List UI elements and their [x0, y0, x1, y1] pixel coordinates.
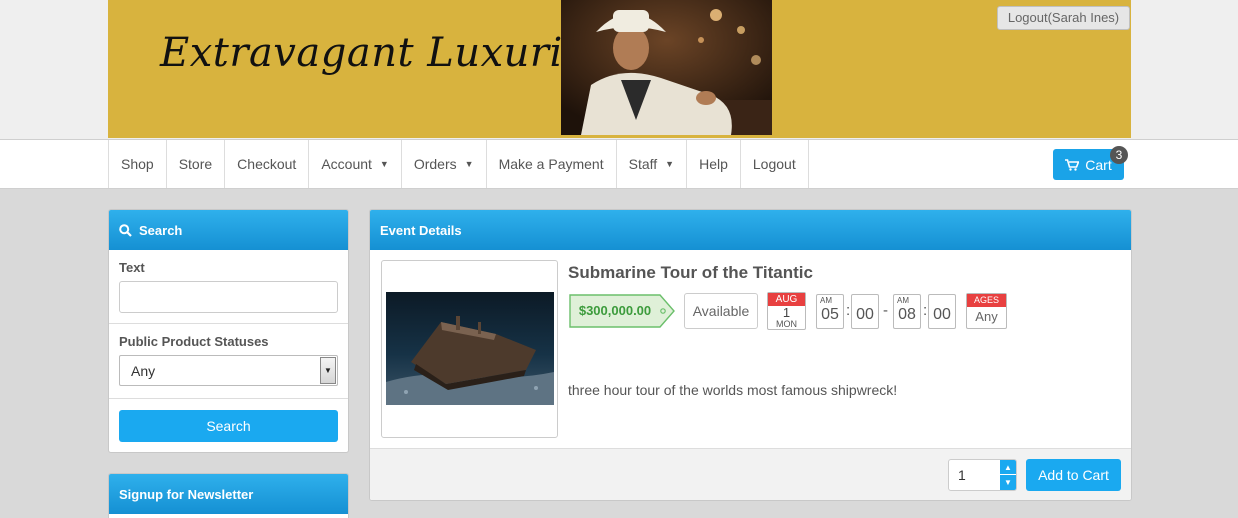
nav-item-orders[interactable]: Orders ▼	[402, 140, 487, 188]
quantity-spinner: ▲ ▼	[1000, 460, 1016, 490]
end-minute: 00	[928, 294, 956, 329]
start-minute: 00	[851, 294, 879, 329]
nav-item-store[interactable]: Store	[167, 140, 226, 188]
nav-item-label: Store	[178, 156, 213, 172]
end-ampm: AM	[897, 296, 909, 305]
search-panel-title: Search	[139, 222, 183, 238]
nav-item-label: Logout	[752, 156, 796, 172]
time-colon: :	[846, 302, 851, 319]
nav-item-label: Shop	[121, 156, 154, 172]
site-banner: Extravagant Luxuries	[108, 0, 1131, 138]
nav-item-shop[interactable]: Shop	[109, 140, 167, 188]
search-panel-header: Search	[109, 210, 348, 250]
start-hour-value: 05	[821, 306, 839, 323]
event-description: three hour tour of the worlds most famou…	[568, 382, 898, 398]
search-button[interactable]: Search	[119, 410, 338, 442]
nav-item-make-a-payment[interactable]: Make a Payment	[487, 140, 617, 188]
nav-item-label: Help	[699, 156, 728, 172]
caret-down-icon: ▼	[665, 159, 675, 169]
event-footer: 1 ▲ ▼ Add to Cart	[370, 448, 1131, 500]
nav-item-label: Account	[321, 156, 372, 172]
search-icon	[119, 223, 132, 237]
search-text-input[interactable]	[119, 281, 338, 313]
main-navbar: Shop Store Checkout Account ▼ Orders ▼ Mak…	[0, 139, 1238, 189]
newsletter-panel: Signup for Newsletter	[108, 473, 349, 518]
quantity-value[interactable]: 1	[958, 460, 966, 490]
caret-down-icon: ▼	[379, 159, 389, 169]
caret-down-icon: ▼	[464, 159, 474, 169]
add-to-cart-button[interactable]: Add to Cart	[1026, 459, 1121, 491]
ages-value: Any	[975, 309, 998, 324]
event-image-frame[interactable]	[381, 260, 558, 438]
nav-item-checkout[interactable]: Checkout	[225, 140, 310, 188]
event-title: Submarine Tour of the Titantic	[568, 263, 813, 282]
text-field-group: Text	[109, 250, 348, 324]
newsletter-panel-title: Signup for Newsletter	[119, 486, 254, 502]
nav-item-label: Orders	[413, 156, 457, 172]
start-minute-value: 00	[856, 306, 874, 323]
quantity-stepper[interactable]: 1 ▲ ▼	[948, 459, 1017, 491]
event-body: Submarine Tour of the Titantic $300,000.…	[370, 250, 1131, 447]
nav-item-label: Staff	[628, 156, 658, 172]
shipwreck-image	[386, 292, 554, 405]
search-panel: Search Text Public Product Statuses Any …	[108, 209, 349, 453]
nav-menu: Shop Store Checkout Account ▼ Orders ▼ Mak…	[108, 140, 809, 188]
end-minute-value: 00	[933, 306, 951, 323]
time-colon: :	[923, 302, 928, 319]
site-logo[interactable]: Extravagant Luxuries	[160, 30, 608, 76]
nav-item-logout[interactable]: Logout	[741, 140, 809, 188]
event-details-panel: Event Details Submarine Tour of the Tita…	[369, 209, 1132, 501]
text-field-label: Text	[119, 260, 145, 275]
event-price: $300,000.00	[578, 303, 652, 318]
event-date-calendar: AUG 1 MON	[767, 292, 806, 330]
start-ampm: AM	[820, 296, 832, 305]
cart-count-badge: 3	[1110, 146, 1128, 164]
newsletter-panel-header: Signup for Newsletter	[109, 474, 348, 514]
calendar-day: 1	[782, 305, 791, 320]
status-select-value: Any	[131, 363, 156, 379]
logout-user-button[interactable]: Logout(Sarah Ines)	[997, 6, 1130, 30]
nav-item-help[interactable]: Help	[687, 140, 741, 188]
event-panel-header: Event Details	[370, 210, 1131, 250]
chevron-up-icon[interactable]: ▲	[1000, 460, 1016, 475]
end-hour-value: 08	[898, 306, 916, 323]
chevron-down-icon: ▼	[320, 357, 336, 384]
status-field-group: Public Product Statuses Any ▼	[109, 324, 348, 399]
banner-photo	[561, 0, 772, 135]
availability-badge: Available	[684, 293, 758, 329]
start-hour: AM 05	[816, 294, 844, 329]
calendar-weekday: MON	[776, 319, 797, 329]
ages-label: AGES	[967, 294, 1006, 307]
status-select[interactable]: Any ▼	[119, 355, 338, 386]
price-tag: $300,000.00	[568, 293, 676, 329]
ages-badge: AGES Any	[966, 293, 1007, 329]
cowboy-photo-image	[561, 0, 772, 135]
nav-item-staff[interactable]: Staff ▼	[617, 140, 688, 188]
nav-item-label: Make a Payment	[498, 156, 604, 172]
nav-item-label: Checkout	[237, 156, 297, 172]
cart-label: Cart	[1085, 156, 1112, 173]
chevron-down-icon[interactable]: ▼	[1000, 475, 1016, 490]
shopping-cart-icon	[1065, 158, 1080, 171]
status-field-label: Public Product Statuses	[119, 334, 269, 349]
time-range-dash: -	[883, 302, 888, 319]
nav-item-account[interactable]: Account ▼	[309, 140, 402, 188]
end-hour: AM 08	[893, 294, 921, 329]
event-panel-title: Event Details	[380, 222, 462, 238]
